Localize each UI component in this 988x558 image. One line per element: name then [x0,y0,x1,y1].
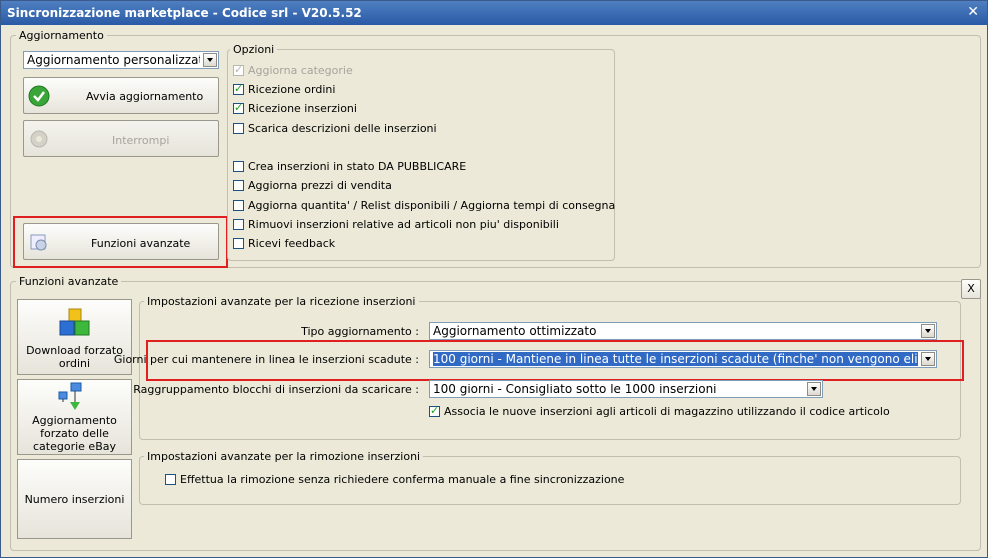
chevron-down-icon[interactable] [921,324,935,338]
chevron-down-icon[interactable] [807,382,821,396]
cubes-icon [59,308,89,336]
checkbox-aggiorna-prezzi[interactable]: Aggiorna prezzi di vendita [233,179,392,192]
avvia-aggiornamento-button[interactable]: Avvia aggiornamento [23,77,219,114]
checkbox-ricezione-ordini[interactable]: Ricezione ordini [233,82,335,96]
checkbox-ricezione-inserzioni[interactable]: Ricezione inserzioni [233,101,357,115]
raggruppamento-combo[interactable]: 100 giorni - Consigliato sotto le 1000 i… [429,380,823,398]
opzioni-legend: Opzioni [230,43,278,56]
hierarchy-icon [58,382,81,410]
window: Sincronizzazione marketplace - Codice sr… [0,0,988,558]
interrompi-button[interactable]: Interrompi [23,120,219,157]
title-bar: Sincronizzazione marketplace - Codice sr… [1,1,987,25]
ricezione-legend: Impostazioni avanzate per la ricezione i… [144,295,419,308]
chevron-down-icon[interactable] [203,53,217,67]
checkbox-effettua-rimozione[interactable]: Effettua la rimozione senza richiedere c… [165,473,624,486]
tipo-aggiornamento-label: Tipo aggiornamento : [301,325,419,338]
window-title: Sincronizzazione marketplace - Codice sr… [7,6,362,20]
checkbox-rimuovi-inserzioni[interactable]: Rimuovi inserzioni relative ad articoli … [233,218,559,231]
aggiornamento-legend: Aggiornamento [16,29,107,42]
numero-inserzioni-button[interactable]: Numero inserzioni [17,459,132,539]
tipo-aggiornamento-combo[interactable]: Aggiornamento ottimizzato [429,322,937,340]
checkbox-aggiorna-categorie[interactable]: Aggiorna categorie [233,63,353,77]
close-funzioni-button[interactable]: X [961,279,981,299]
update-mode-combo[interactable]: Aggiornamento personalizzato [23,51,219,69]
checkbox-crea-inserzioni[interactable]: Crea inserzioni in stato DA PUBBLICARE [233,160,466,173]
gear-icon [30,130,48,148]
check-circle-icon [28,85,50,107]
checkbox-associa-inserzioni[interactable]: Associa le nuove inserzioni agli articol… [429,404,890,418]
checkbox-scarica-descrizioni[interactable]: Scarica descrizioni delle inserzioni [233,122,437,135]
checkbox-ricevi-feedback[interactable]: Ricevi feedback [233,237,335,250]
aggiornamento-forzato-categorie-button[interactable]: Aggiornamento forzato delle categorie eB… [17,379,132,455]
funzioni-avanzate-legend: Funzioni avanzate [16,275,122,288]
rimozione-legend: Impostazioni avanzate per la rimozione i… [144,450,424,463]
highlight-funzioni-button [13,216,228,268]
close-icon[interactable]: ✕ [967,4,979,20]
checkbox-aggiorna-quantita[interactable]: Aggiorna quantita' / Relist disponibili … [233,199,615,212]
highlight-giorni-row [146,340,964,381]
